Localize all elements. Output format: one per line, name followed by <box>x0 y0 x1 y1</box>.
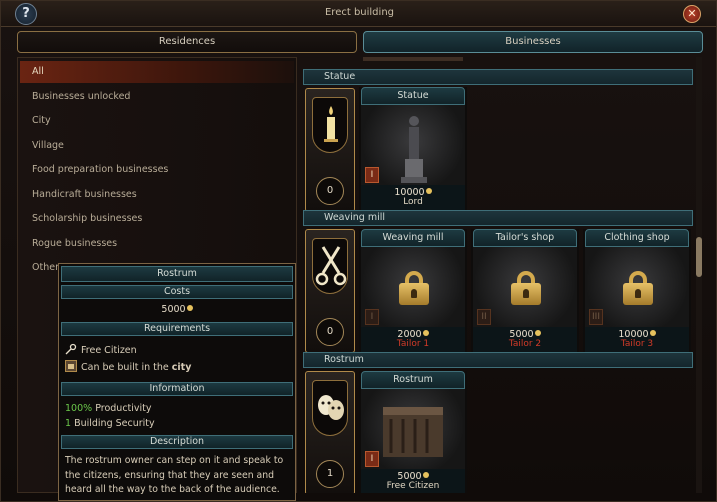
tooltip-cost: 5000 <box>59 304 295 315</box>
section-header-rostrum: Rostrum <box>303 352 693 368</box>
level-badge: I <box>365 451 379 467</box>
coin-icon <box>422 330 429 336</box>
group-badge-weaving-mill: 0 <box>305 229 355 353</box>
requirement-citizen-text: Free Citizen <box>81 345 137 356</box>
building-card-statue[interactable]: Statue I 10000 Lord <box>359 87 467 211</box>
costs-header: Costs <box>61 285 293 299</box>
requirement-citizen: Free Citizen <box>65 343 137 356</box>
building-name: Weaving mill <box>361 229 465 247</box>
productivity-label: Productivity <box>92 403 152 414</box>
scrollbar-thumb[interactable] <box>696 237 702 277</box>
padlock-icon <box>399 271 429 305</box>
building-name: Tailor's shop <box>473 229 577 247</box>
building-tooltip: Rostrum Costs 5000 Requirements Free Cit… <box>58 263 296 501</box>
category-handicraft[interactable]: Handicraft businesses <box>20 184 294 206</box>
building-name: Clothing shop <box>585 229 689 247</box>
close-button[interactable]: ✕ <box>683 5 701 23</box>
building-requirement: Tailor 1 <box>396 339 430 349</box>
tab-businesses[interactable]: Businesses <box>363 31 703 53</box>
category-food-preparation[interactable]: Food preparation businesses <box>20 159 294 181</box>
requirement-city-bold: city <box>171 362 192 373</box>
group-badge-rostrum: 1 <box>305 371 355 493</box>
level-badge: I <box>365 167 379 183</box>
building-requirement: Lord <box>403 197 423 207</box>
building-list: Statue 0 Statue I 10000 Lord Weaving mil… <box>303 57 695 493</box>
level-badge: III <box>589 309 603 325</box>
key-icon <box>65 343 77 355</box>
building-name: Rostrum <box>361 371 465 389</box>
building-requirement: Free Citizen <box>386 481 440 491</box>
candle-icon <box>312 97 348 153</box>
category-all[interactable]: All <box>20 61 294 83</box>
city-shield-icon <box>65 360 77 372</box>
info-productivity: 100% Productivity <box>65 403 152 414</box>
scissors-icon <box>312 238 348 294</box>
building-card-clothing-shop[interactable]: Clothing shop III 10000 Tailor 3 <box>583 229 691 353</box>
window-title: Erect building <box>324 7 394 18</box>
tooltip-title: Rostrum <box>61 266 293 282</box>
section-header-statue: Statue <box>303 69 693 85</box>
cost-value: 5000 <box>161 304 186 315</box>
information-header: Information <box>61 382 293 396</box>
group-badge-statue: 0 <box>305 88 355 212</box>
erect-building-window: ? Erect building ✕ Residences Businesses… <box>0 0 717 502</box>
security-label: Building Security <box>71 418 155 429</box>
level-badge: II <box>477 309 491 325</box>
info-security: 1 Building Security <box>65 418 155 429</box>
requirement-city: Can be built in the city <box>65 360 191 373</box>
building-card-tailors-shop[interactable]: Tailor's shop II 5000 Tailor 2 <box>471 229 579 353</box>
requirements-header: Requirements <box>61 322 293 336</box>
productivity-value: 100% <box>65 403 93 414</box>
owned-count: 1 <box>316 460 344 488</box>
category-city[interactable]: City <box>20 110 294 132</box>
owned-count: 0 <box>316 177 344 205</box>
category-rogue[interactable]: Rogue businesses <box>20 233 294 255</box>
category-scholarship[interactable]: Scholarship businesses <box>20 208 294 230</box>
level-badge: I <box>365 309 379 325</box>
tab-residences[interactable]: Residences <box>17 31 357 53</box>
previous-section-edge <box>363 57 463 61</box>
description-header: Description <box>61 435 293 449</box>
coin-icon <box>649 330 656 336</box>
owned-count: 0 <box>316 318 344 346</box>
section-header-weaving-mill: Weaving mill <box>303 210 693 226</box>
tooltip-description: The rostrum owner can step on it and spe… <box>65 455 284 495</box>
category-businesses-unlocked[interactable]: Businesses unlocked <box>20 86 294 108</box>
title-bar: ? Erect building ✕ <box>1 1 716 27</box>
building-requirement: Tailor 3 <box>620 339 654 349</box>
requirement-city-prefix: Can be built in the <box>81 362 172 373</box>
padlock-icon <box>623 271 653 305</box>
coin-icon <box>186 305 193 311</box>
category-village[interactable]: Village <box>20 135 294 157</box>
building-card-rostrum[interactable]: Rostrum I 5000 Free Citizen <box>359 371 467 493</box>
coin-icon <box>534 330 541 336</box>
scrollbar[interactable] <box>696 57 702 493</box>
coin-icon <box>422 472 429 478</box>
building-card-weaving-mill[interactable]: Weaving mill I 2000 Tailor 1 <box>359 229 467 353</box>
building-requirement: Tailor 2 <box>508 339 542 349</box>
building-name: Statue <box>361 87 465 105</box>
theater-masks-icon <box>312 380 348 436</box>
padlock-icon <box>511 271 541 305</box>
coin-icon <box>425 188 432 194</box>
